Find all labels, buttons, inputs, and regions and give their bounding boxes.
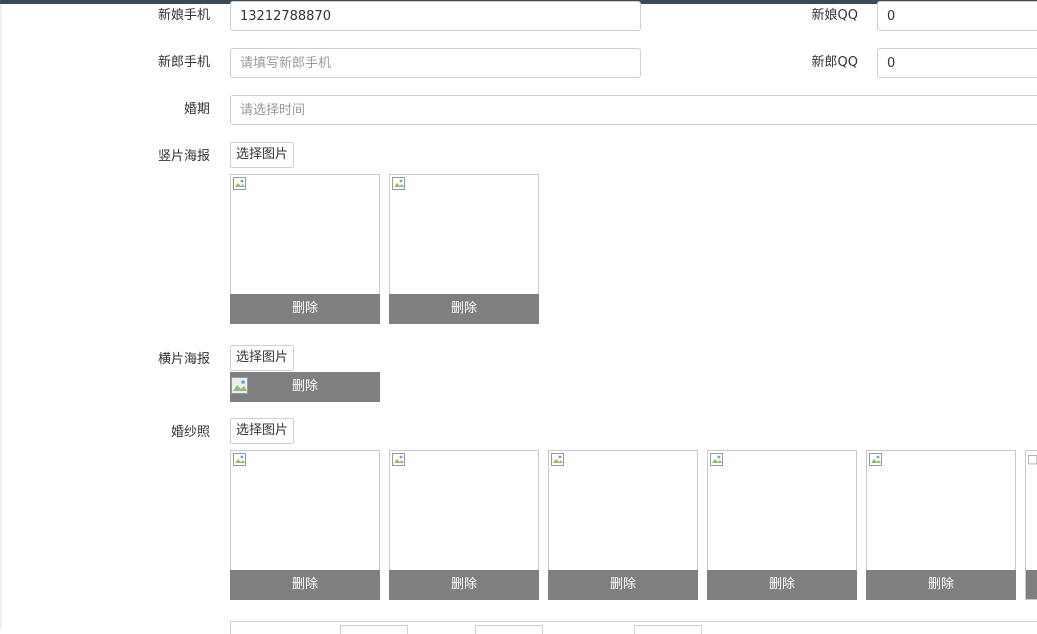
broken-image-icon — [710, 453, 723, 466]
delete-button[interactable] — [1026, 570, 1037, 599]
next-row-field[interactable] — [634, 625, 702, 634]
groom-qq-input[interactable] — [877, 48, 1037, 78]
wedding-photo-card: 删除 — [548, 450, 698, 600]
wedding-photo-card: 删除 — [707, 450, 857, 600]
broken-image-icon — [392, 453, 405, 466]
delete-button[interactable]: 删除 — [230, 372, 380, 402]
bride-phone-label: 新娘手机 — [157, 8, 210, 23]
groom-phone-input[interactable] — [230, 48, 641, 78]
wedding-photo-card: 删除 — [230, 450, 380, 600]
wedding-photo-card — [1025, 450, 1037, 600]
delete-button[interactable]: 删除 — [389, 570, 539, 600]
broken-image-icon — [233, 177, 246, 190]
vertical-poster-label: 竖片海报 — [157, 149, 210, 164]
delete-button[interactable]: 删除 — [389, 294, 539, 324]
vertical-poster-select-button[interactable]: 选择图片 — [230, 142, 295, 168]
bride-qq-label: 新娘QQ — [811, 8, 858, 23]
broken-image-icon — [551, 453, 564, 466]
sidebar-edge — [0, 4, 2, 629]
broken-image-icon — [392, 177, 405, 190]
horizontal-poster-image-card: 删除 — [230, 372, 380, 402]
horizontal-poster-label: 横片海报 — [157, 352, 210, 367]
groom-qq-label: 新郎QQ — [811, 55, 858, 70]
broken-image-icon — [869, 453, 882, 466]
bride-qq-input[interactable] — [877, 1, 1037, 31]
next-row-field[interactable] — [340, 625, 408, 634]
delete-button[interactable]: 删除 — [230, 570, 380, 600]
delete-button[interactable]: 删除 — [548, 570, 698, 600]
horizontal-poster-select-button[interactable]: 选择图片 — [230, 345, 295, 371]
vertical-poster-image-card: 删除 — [230, 174, 380, 324]
vertical-poster-image-card: 删除 — [389, 174, 539, 324]
wedding-date-input[interactable] — [230, 95, 1037, 125]
broken-image-icon — [1028, 455, 1037, 465]
wedding-photo-card: 删除 — [866, 450, 1016, 600]
wedding-photo-card: 删除 — [389, 450, 539, 600]
next-row-field[interactable] — [475, 625, 543, 634]
wedding-photos-label: 婚纱照 — [170, 425, 210, 440]
groom-phone-label: 新郎手机 — [157, 55, 210, 70]
delete-button[interactable]: 删除 — [230, 294, 380, 324]
bride-phone-input[interactable] — [230, 1, 641, 31]
broken-image-icon — [233, 453, 246, 466]
delete-button[interactable]: 删除 — [707, 570, 857, 600]
wedding-photos-select-button[interactable]: 选择图片 — [230, 418, 295, 444]
wedding-date-label: 婚期 — [183, 102, 210, 117]
delete-button[interactable]: 删除 — [866, 570, 1016, 600]
